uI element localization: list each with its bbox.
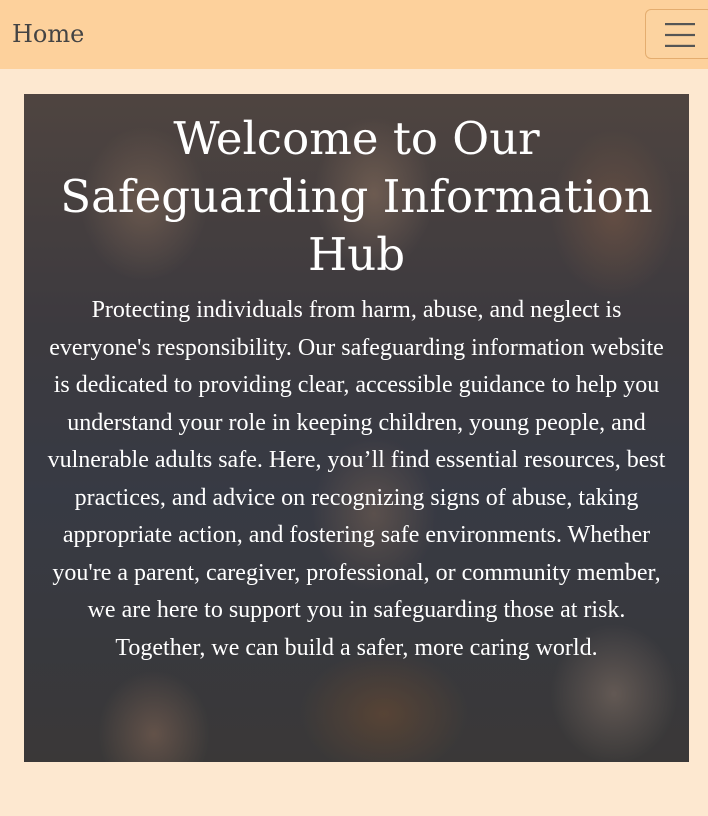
home-link[interactable]: Home — [12, 18, 84, 50]
hero-description: Protecting individuals from harm, abuse,… — [47, 297, 666, 661]
navbar-toggle-button[interactable] — [645, 9, 708, 59]
hero-banner: Welcome to Our Safeguarding Information … — [24, 94, 689, 762]
top-navbar: Home — [0, 0, 708, 69]
hero-title: Welcome to Our Safeguarding Information … — [60, 112, 653, 281]
hamburger-menu-icon — [665, 23, 695, 47]
